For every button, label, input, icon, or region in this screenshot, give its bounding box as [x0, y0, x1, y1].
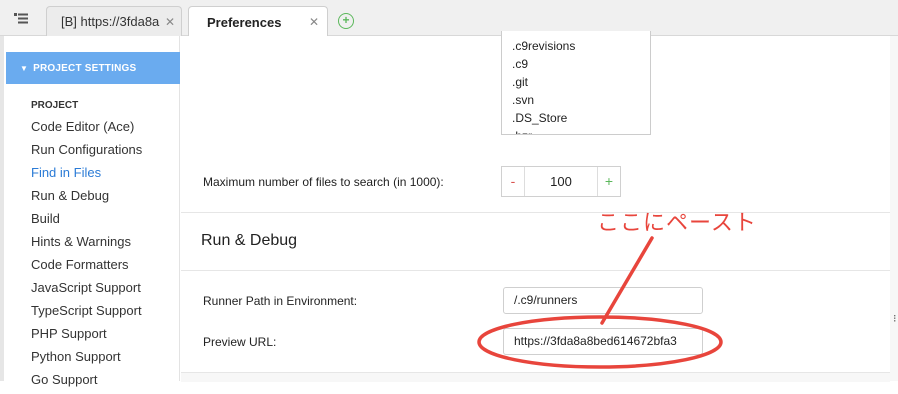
annotation-overlay: [477, 236, 723, 369]
annotation-arrow-line: [600, 236, 654, 325]
annotation-ellipse: [477, 315, 723, 369]
